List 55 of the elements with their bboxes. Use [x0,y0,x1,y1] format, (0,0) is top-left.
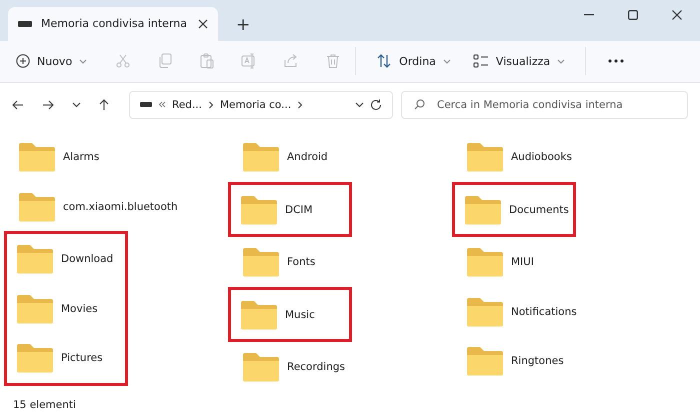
drive-icon [18,20,32,27]
folder-name[interactable]: Alarms [63,151,100,164]
minimize-icon[interactable] [584,14,594,16]
folder-name[interactable]: Pictures [61,352,103,364]
forward-icon[interactable] [42,100,54,110]
more-icon[interactable] [608,59,624,64]
search-field[interactable]: Cerca in Memoria condivisa interna [435,98,675,112]
folder-icon[interactable] [18,192,56,222]
chevron-down-icon [557,58,566,64]
search-box[interactable]: Cerca in Memoria condivisa interna [401,90,688,119]
folder-icon[interactable] [464,194,502,225]
folder-icon[interactable] [466,142,504,172]
folder-name[interactable]: Ringtones [511,355,564,368]
folder-icon[interactable] [240,194,278,225]
folder-name[interactable]: Audiobooks [511,151,572,164]
folder-icon[interactable] [242,352,280,382]
folder-name[interactable]: Android [287,151,328,164]
item-count: 15 elementi [13,399,76,412]
folder-icon[interactable] [466,346,504,376]
folder-name[interactable]: DCIM [285,204,313,216]
view-button[interactable]: Visualizza [466,50,572,72]
plus-icon [16,54,30,68]
folder-icon[interactable] [16,244,54,274]
folder-icon[interactable] [466,247,504,278]
folder-icon[interactable] [18,142,56,172]
new-tab-button[interactable]: + [230,14,256,35]
folder-icon[interactable] [240,300,278,330]
chevron-down-icon[interactable] [72,102,81,108]
new-button[interactable]: Nuovo [10,50,94,72]
folder-icon[interactable] [242,247,280,278]
maximize-icon[interactable] [628,10,638,20]
sort-button[interactable]: Ordina [370,49,457,74]
search-icon [414,99,425,110]
back-icon[interactable] [12,100,24,110]
folder-name[interactable]: Music [285,308,315,321]
view-icon [472,54,489,68]
folder-icon[interactable] [242,142,280,172]
folder-name[interactable]: Documents [509,204,569,216]
folder-icon[interactable] [16,343,54,374]
close-tab-icon[interactable] [198,18,208,29]
chevron-down-icon [79,58,88,64]
chevron-down-icon [442,58,451,64]
up-icon[interactable] [99,98,109,111]
close-icon[interactable] [672,10,682,20]
folder-icon[interactable] [16,294,54,324]
folder-name[interactable]: com.xiaomi.bluetooth [63,200,178,213]
folder-name[interactable]: Movies [61,302,98,315]
folder-name[interactable]: Notifications [511,306,577,318]
folder-name[interactable]: Fonts [287,256,316,268]
folder-icon[interactable] [466,296,504,327]
sort-icon [376,53,392,70]
folder-name[interactable]: Recordings [287,361,345,374]
folder-name[interactable]: Download [61,253,114,266]
address-bar[interactable]: Red... Memoria co... [129,90,393,119]
folder-name[interactable]: MIUI [511,256,534,268]
